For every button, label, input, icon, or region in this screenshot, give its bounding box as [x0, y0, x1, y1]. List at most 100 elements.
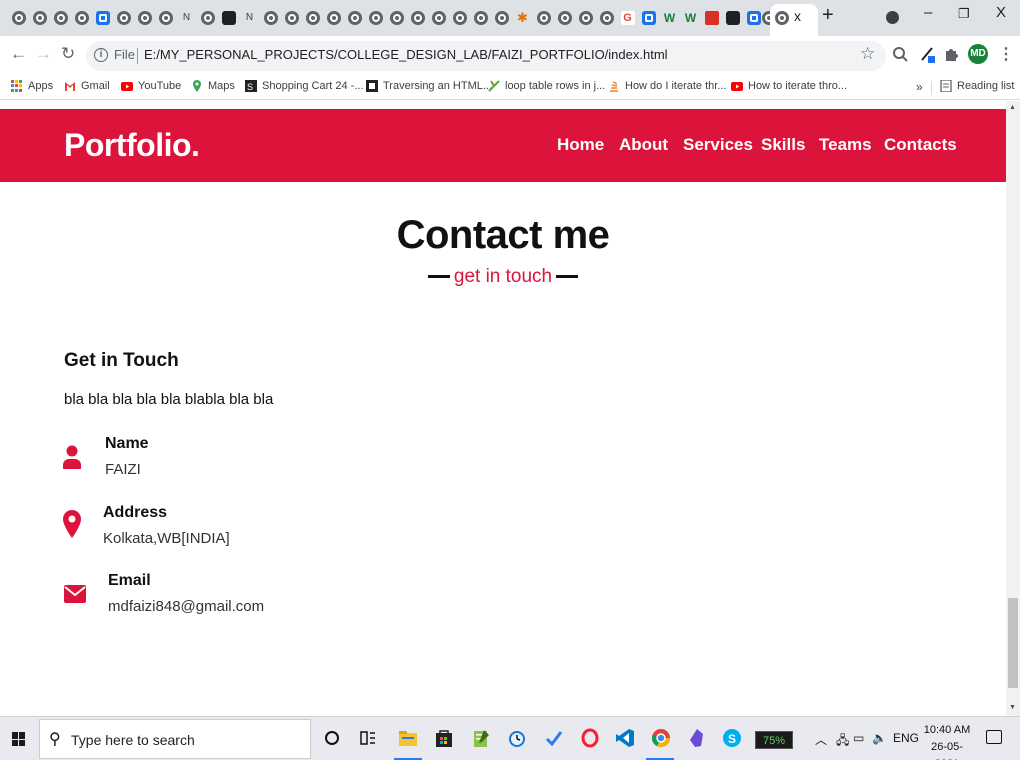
- task-view-icon[interactable]: [357, 727, 379, 749]
- browser-tab[interactable]: [430, 7, 447, 28]
- bookmark-gmail[interactable]: Gmail: [64, 80, 110, 92]
- extensions-puzzle-icon[interactable]: [943, 46, 959, 62]
- cortana-icon[interactable]: [321, 727, 343, 749]
- bookmark-youtube[interactable]: YouTube: [121, 80, 181, 92]
- restore-button[interactable]: ❐: [958, 6, 970, 22]
- info-icon[interactable]: i: [94, 48, 108, 62]
- nav-services[interactable]: Services: [683, 135, 753, 155]
- browser-tab[interactable]: [115, 7, 132, 28]
- browser-tab[interactable]: [703, 7, 720, 28]
- browser-tab[interactable]: [157, 7, 174, 28]
- new-tab-button[interactable]: +: [822, 4, 834, 27]
- browser-tab[interactable]: [535, 7, 552, 28]
- language-indicator[interactable]: ENG: [893, 731, 919, 745]
- battery-indicator[interactable]: 75%: [755, 731, 793, 749]
- store-icon[interactable]: [433, 727, 455, 749]
- browser-tab[interactable]: [367, 7, 384, 28]
- browser-tab[interactable]: ✱: [514, 7, 531, 28]
- taskbar-search-box[interactable]: ⚲ Type here to search: [39, 719, 311, 759]
- browser-tab[interactable]: N: [178, 7, 195, 28]
- browser-tab[interactable]: [388, 7, 405, 28]
- browser-tab[interactable]: [598, 7, 615, 28]
- file-explorer-icon[interactable]: [397, 727, 419, 749]
- nav-about[interactable]: About: [619, 135, 668, 155]
- windows-start-icon[interactable]: [12, 732, 26, 746]
- nav-teams[interactable]: Teams: [819, 135, 872, 155]
- browser-tab[interactable]: [472, 7, 489, 28]
- browser-tab[interactable]: [556, 7, 573, 28]
- browser-tab[interactable]: [262, 7, 279, 28]
- close-tab-icon[interactable]: x: [794, 8, 801, 24]
- browser-tab[interactable]: [283, 7, 300, 28]
- browser-tab[interactable]: N: [241, 7, 258, 28]
- reload-icon[interactable]: ↻: [61, 44, 75, 64]
- browser-tab[interactable]: [304, 7, 321, 28]
- contact-value[interactable]: mdfaizi848@gmail.com: [108, 598, 264, 615]
- tab-search-icon[interactable]: [886, 11, 899, 24]
- minimize-button[interactable]: –: [924, 4, 932, 21]
- bookmark-maps[interactable]: Maps: [191, 80, 235, 92]
- scroll-down-icon[interactable]: ▼: [1009, 704, 1016, 711]
- zoom-icon[interactable]: [892, 46, 908, 62]
- bookmark-loop-table[interactable]: loop table rows in j...: [488, 80, 605, 92]
- nav-contacts[interactable]: Contacts: [884, 135, 957, 155]
- bookmark-iterate-video[interactable]: How to iterate thro...: [731, 80, 847, 92]
- reading-list-button[interactable]: Reading list: [940, 79, 1014, 93]
- scroll-thumb[interactable]: [1008, 598, 1018, 688]
- browser-tab[interactable]: [31, 7, 48, 28]
- browser-tab[interactable]: [94, 7, 111, 28]
- volume-icon[interactable]: 🔈: [872, 731, 887, 745]
- obsidian-icon[interactable]: [686, 727, 708, 749]
- checkmark-app-icon[interactable]: [543, 727, 565, 749]
- browser-tab[interactable]: W: [682, 7, 699, 28]
- browser-tab[interactable]: [493, 7, 510, 28]
- url-text[interactable]: E:/MY_PERSONAL_PROJECTS/COLLEGE_DESIGN_L…: [144, 47, 668, 62]
- skype-icon[interactable]: S: [721, 727, 743, 749]
- browser-tab[interactable]: [73, 7, 90, 28]
- back-icon[interactable]: ←: [10, 44, 27, 64]
- pen-extension-icon[interactable]: [919, 46, 935, 63]
- site-logo[interactable]: Portfolio.: [64, 127, 200, 164]
- chrome-icon[interactable]: [650, 727, 672, 749]
- alarm-clock-icon[interactable]: [506, 727, 528, 749]
- site-navbar: Portfolio. Home About Services Skills Te…: [0, 109, 1006, 182]
- bookmark-shopping-cart[interactable]: S Shopping Cart 24 -...: [245, 80, 364, 92]
- tab-title: N: [182, 12, 191, 23]
- browser-tab[interactable]: [724, 7, 741, 28]
- browser-tab[interactable]: [640, 7, 657, 28]
- browser-tab[interactable]: [220, 7, 237, 28]
- network-icon[interactable]: 🖧: [836, 731, 849, 752]
- close-window-button[interactable]: X: [996, 4, 1006, 21]
- battery-tray-icon[interactable]: ▭: [853, 731, 864, 745]
- browser-tab[interactable]: [52, 7, 69, 28]
- page-scrollbar[interactable]: ▲ ▼: [1006, 101, 1020, 716]
- bookmark-apps[interactable]: Apps: [11, 80, 53, 92]
- show-hidden-icons-icon[interactable]: ︿: [815, 731, 827, 748]
- nav-home[interactable]: Home: [557, 135, 604, 155]
- bookmark-star-icon[interactable]: ☆: [860, 44, 875, 64]
- browser-tab[interactable]: [451, 7, 468, 28]
- forward-icon[interactable]: →: [35, 44, 52, 64]
- browser-tab[interactable]: G: [619, 7, 636, 28]
- browser-tab[interactable]: [325, 7, 342, 28]
- browser-tab[interactable]: [346, 7, 363, 28]
- browser-tab[interactable]: [409, 7, 426, 28]
- taskbar-clock[interactable]: 10:40 AM 26-05-2021: [922, 722, 972, 760]
- browser-tab[interactable]: [199, 7, 216, 28]
- bookmarks-overflow-button[interactable]: »: [916, 80, 923, 94]
- profile-avatar[interactable]: MD: [968, 44, 988, 64]
- bookmark-traversing[interactable]: Traversing an HTML...: [366, 80, 492, 92]
- browser-tab[interactable]: [10, 7, 27, 28]
- browser-tab[interactable]: W: [661, 7, 678, 28]
- browser-tab[interactable]: [136, 7, 153, 28]
- menu-kebab-icon[interactable]: ⋮: [998, 44, 1014, 64]
- tab-favicon-icon: W: [663, 10, 676, 25]
- scroll-up-icon[interactable]: ▲: [1009, 104, 1016, 111]
- nav-skills[interactable]: Skills: [761, 135, 805, 155]
- browser-tab[interactable]: [577, 7, 594, 28]
- notepad-icon[interactable]: [470, 727, 492, 749]
- opera-icon[interactable]: [579, 727, 601, 749]
- vscode-icon[interactable]: [614, 727, 636, 749]
- bookmark-iterate[interactable]: How do I iterate thr...: [608, 80, 727, 92]
- notification-center-icon[interactable]: [986, 730, 1002, 744]
